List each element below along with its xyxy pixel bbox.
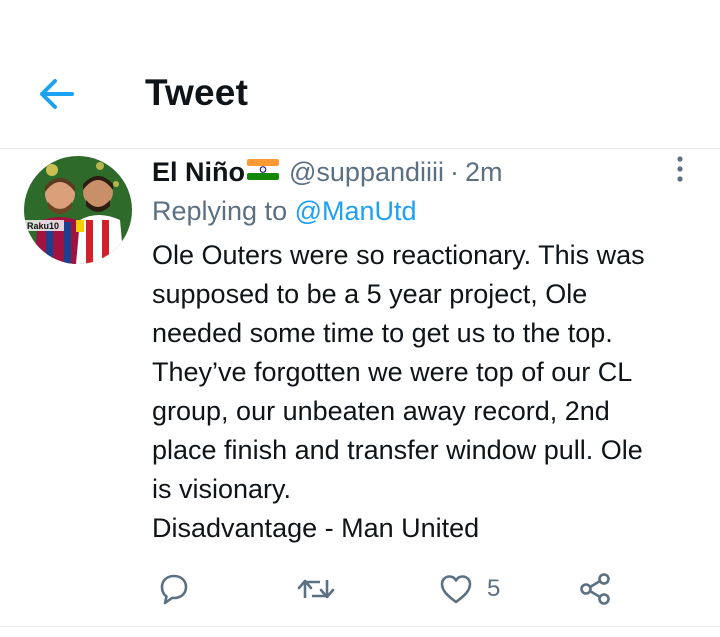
tweet-text-line: They’ve forgotten we were top of our CL <box>152 357 633 387</box>
like-button[interactable] <box>438 571 474 612</box>
back-button[interactable] <box>34 74 78 114</box>
india-flag-icon <box>247 157 279 188</box>
tweet-text-line: Ole Outers were so reactionary. This was <box>152 240 645 270</box>
tweet-time: 2m <box>465 156 503 187</box>
tweet-text-line: Disadvantage - Man United <box>152 513 480 543</box>
tweet-actions: 5 <box>0 564 720 614</box>
share-button[interactable] <box>578 571 614 612</box>
replying-prefix: Replying to <box>152 196 288 226</box>
meta-separator: · <box>450 156 459 187</box>
arrow-left-icon <box>40 79 74 109</box>
share-icon <box>580 573 610 605</box>
reply-mention-link[interactable]: @ManUtd <box>295 196 417 226</box>
like-icon <box>440 575 472 604</box>
tweet-text-line: group, our unbeaten away record, 2nd <box>152 396 610 426</box>
tweet-meta: El Niño @suppandiiii · 2m <box>152 154 503 190</box>
top-bar: Tweet <box>0 0 720 149</box>
tweet-text-line: needed some time to get us to the top. <box>152 318 613 348</box>
more-options-button[interactable] <box>670 152 690 186</box>
author-handle[interactable]: @suppandiiii <box>289 157 444 188</box>
reply-icon <box>160 574 188 605</box>
reply-button[interactable] <box>156 571 192 612</box>
like-count: 5 <box>487 575 501 602</box>
divider <box>0 626 720 627</box>
replying-to: Replying to @ManUtd <box>152 196 417 227</box>
more-vertical-icon <box>677 156 683 182</box>
page-title: Tweet <box>145 72 249 113</box>
tweet-text-line: is visionary. <box>152 474 292 504</box>
retweet-icon <box>297 579 335 599</box>
author-name[interactable]: El Niño <box>152 157 245 188</box>
avatar[interactable]: Raku10 <box>24 156 132 264</box>
tweet-text-line: supposed to be a 5 year project, Ole <box>152 279 588 309</box>
tweet-text-line: place finish and transfer window pull. O… <box>152 435 643 465</box>
tweet-text: Ole Outers were so reactionary. This was… <box>152 236 712 548</box>
retweet-button[interactable] <box>296 571 336 612</box>
avatar-label: Raku10 <box>27 221 59 231</box>
